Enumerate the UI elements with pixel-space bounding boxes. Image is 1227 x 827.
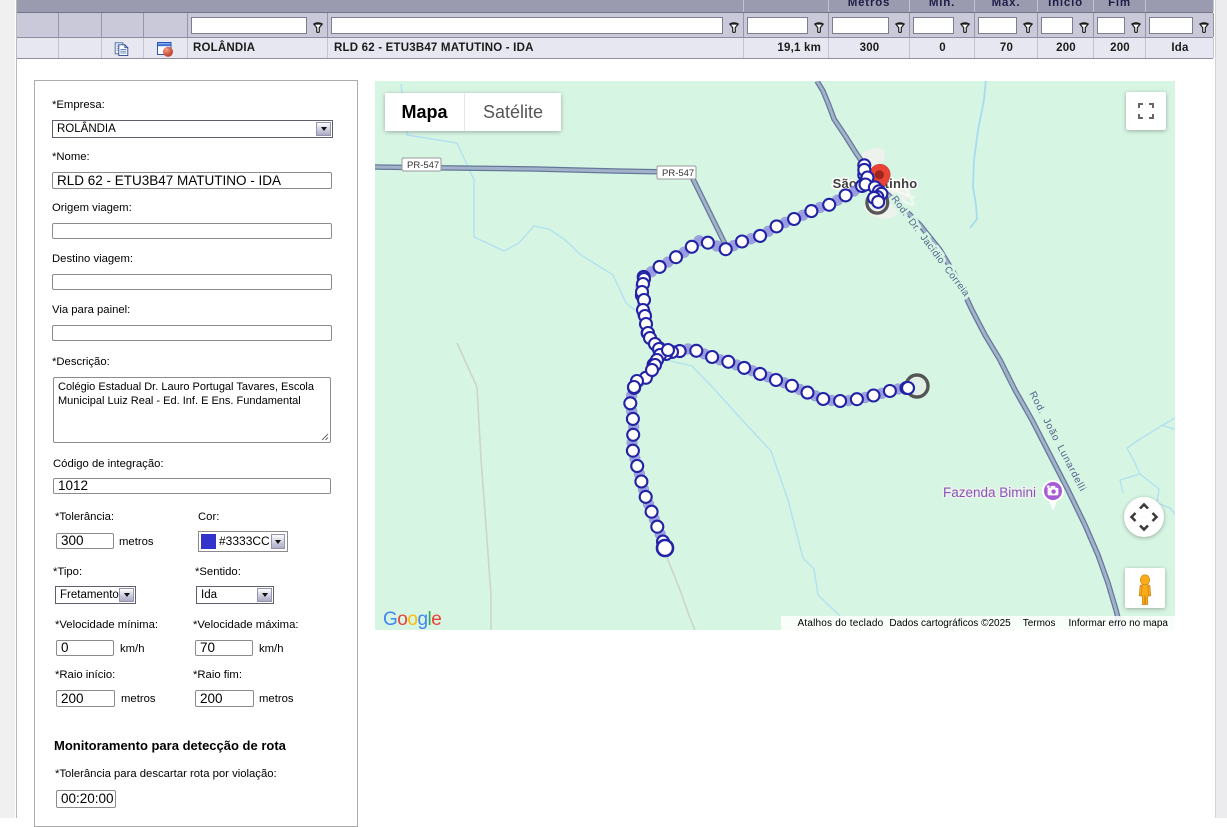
svg-text:Rod. Dr. Jacídio Correia: Rod. Dr. Jacídio Correia [889,194,972,299]
svg-text:Rod. João Lunardelli: Rod. João Lunardelli [1027,390,1088,494]
svg-text:PR-547: PR-547 [407,160,439,171]
svg-text:Fazenda Bimini: Fazenda Bimini [943,485,1036,500]
svg-text:PR-547: PR-547 [662,168,694,179]
